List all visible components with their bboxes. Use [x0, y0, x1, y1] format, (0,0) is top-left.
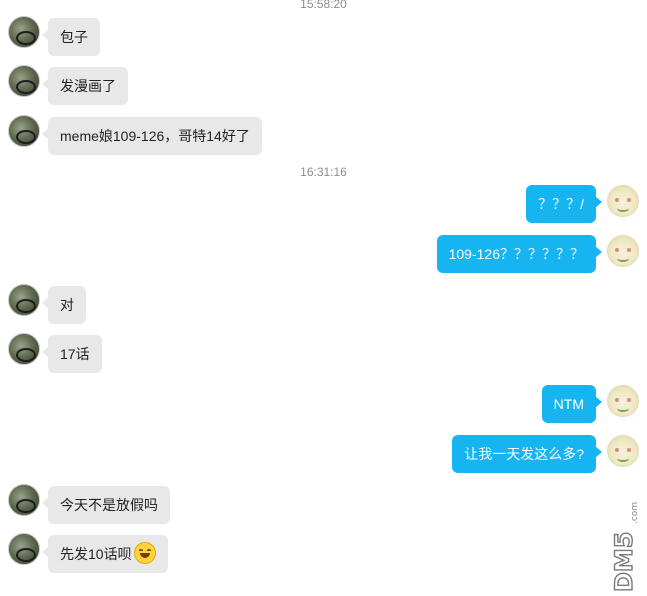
message-text: 发漫画了 [60, 78, 116, 94]
watermark-text: DM5 [610, 531, 638, 592]
grinning-face-icon [133, 542, 156, 565]
message-text: NTM [553, 396, 584, 412]
message-bubble[interactable]: 对 [42, 286, 86, 324]
timestamp: 16:31:16 [300, 165, 347, 179]
user-avatar[interactable] [607, 185, 639, 217]
message-bubble[interactable]: 17话 [42, 335, 102, 373]
user-avatar[interactable] [607, 235, 639, 267]
message-text: 今天不是放假吗 [60, 497, 158, 513]
message-row-incoming: 发漫画了 [0, 65, 647, 105]
message-bubble[interactable]: 109-126？？？？？？ [436, 235, 603, 273]
message-bubble[interactable]: meme娘109-126，哥特14好了 [42, 117, 262, 155]
message-row-incoming: meme娘109-126，哥特14好了 [0, 115, 647, 155]
contact-avatar[interactable] [8, 65, 40, 97]
contact-avatar[interactable] [8, 484, 40, 516]
message-text: 对 [60, 297, 74, 313]
message-row-outgoing: 109-126？？？？？？ [0, 235, 647, 273]
message-text: 包子 [60, 29, 88, 45]
message-row-outgoing: ？？？/ [0, 185, 647, 223]
contact-avatar[interactable] [8, 115, 40, 147]
message-row-incoming: 包子 [0, 16, 647, 56]
contact-avatar[interactable] [8, 284, 40, 316]
dm5-watermark-logo: DM5 .com [609, 502, 640, 593]
message-bubble[interactable]: 包子 [42, 18, 100, 56]
user-avatar[interactable] [607, 385, 639, 417]
message-bubble[interactable]: 先发10话呗 [42, 535, 168, 573]
message-row-incoming: 17话 [0, 333, 647, 373]
message-row-incoming: 对 [0, 284, 647, 324]
contact-avatar[interactable] [8, 333, 40, 365]
message-row-outgoing: 让我一天发这么多? [0, 435, 647, 473]
user-avatar[interactable] [607, 435, 639, 467]
watermark-domain: .com [630, 502, 640, 524]
contact-avatar[interactable] [8, 533, 40, 565]
message-text: 109-126？？？？？？ [448, 246, 584, 262]
message-text: 先发10话呗 [60, 546, 132, 562]
message-text: 17话 [60, 346, 90, 362]
chat-window: 15:58:20 包子 发漫画了 meme娘109-126，哥特14好了 16:… [0, 0, 647, 596]
message-text: 让我一天发这么多? [464, 446, 584, 462]
contact-avatar[interactable] [8, 16, 40, 48]
message-row-incoming: 先发10话呗 [0, 533, 647, 573]
timestamp: 15:58:20 [300, 0, 347, 11]
message-bubble[interactable]: ？？？/ [526, 185, 602, 223]
message-bubble[interactable]: 让我一天发这么多? [452, 435, 602, 473]
message-text: meme娘109-126，哥特14好了 [60, 128, 250, 144]
message-bubble[interactable]: NTM [541, 385, 603, 423]
message-row-incoming: 今天不是放假吗 [0, 484, 647, 524]
message-row-outgoing: NTM [0, 385, 647, 423]
message-text: ？？？/ [538, 196, 584, 212]
message-bubble[interactable]: 发漫画了 [42, 67, 128, 105]
message-bubble[interactable]: 今天不是放假吗 [42, 486, 170, 524]
